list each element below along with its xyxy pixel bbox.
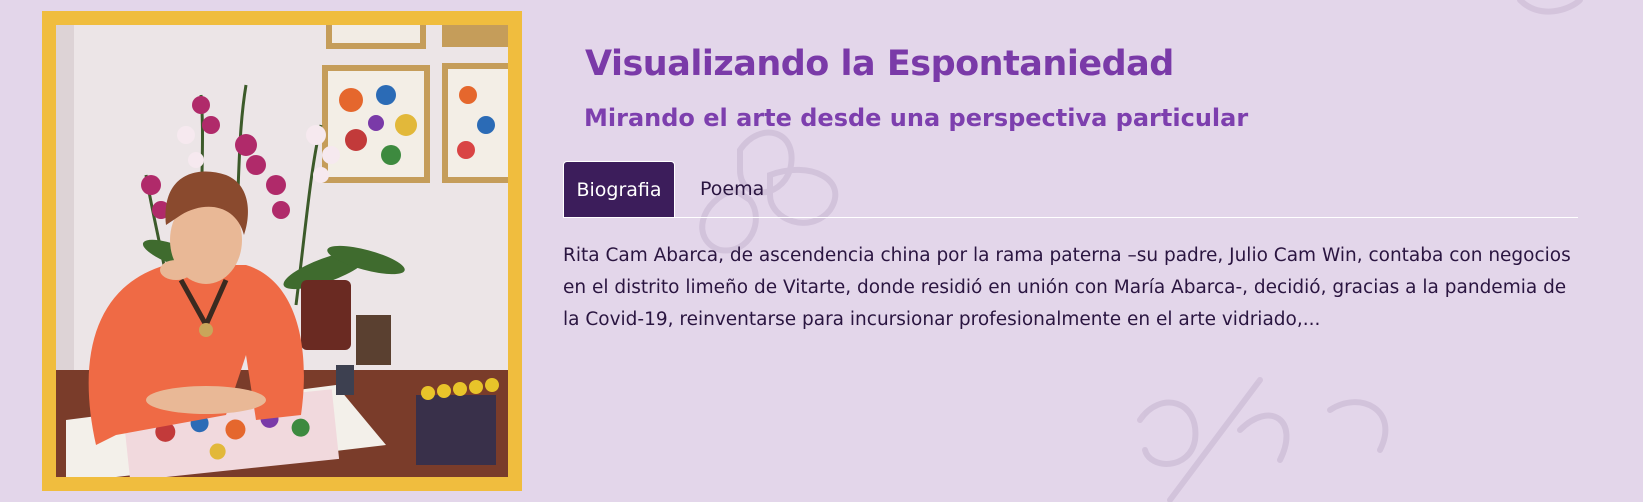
tab-poema[interactable]: Poema [700, 161, 764, 217]
artist-photo-illustration [56, 25, 508, 477]
page-title: Visualizando la Espontaniedad [585, 44, 1174, 84]
tab-bar: Biografia Poema [563, 161, 1578, 218]
artist-photo-frame [42, 11, 522, 491]
biography-text: Rita Cam Abarca, de ascendencia china po… [563, 245, 1571, 330]
tab-biografia[interactable]: Biografia [563, 161, 675, 217]
page-subtitle: Mirando el arte desde una perspectiva pa… [584, 104, 1249, 132]
artist-photo [56, 25, 508, 477]
content-panel: Visualizando la Espontaniedad Mirando el… [563, 0, 1578, 502]
